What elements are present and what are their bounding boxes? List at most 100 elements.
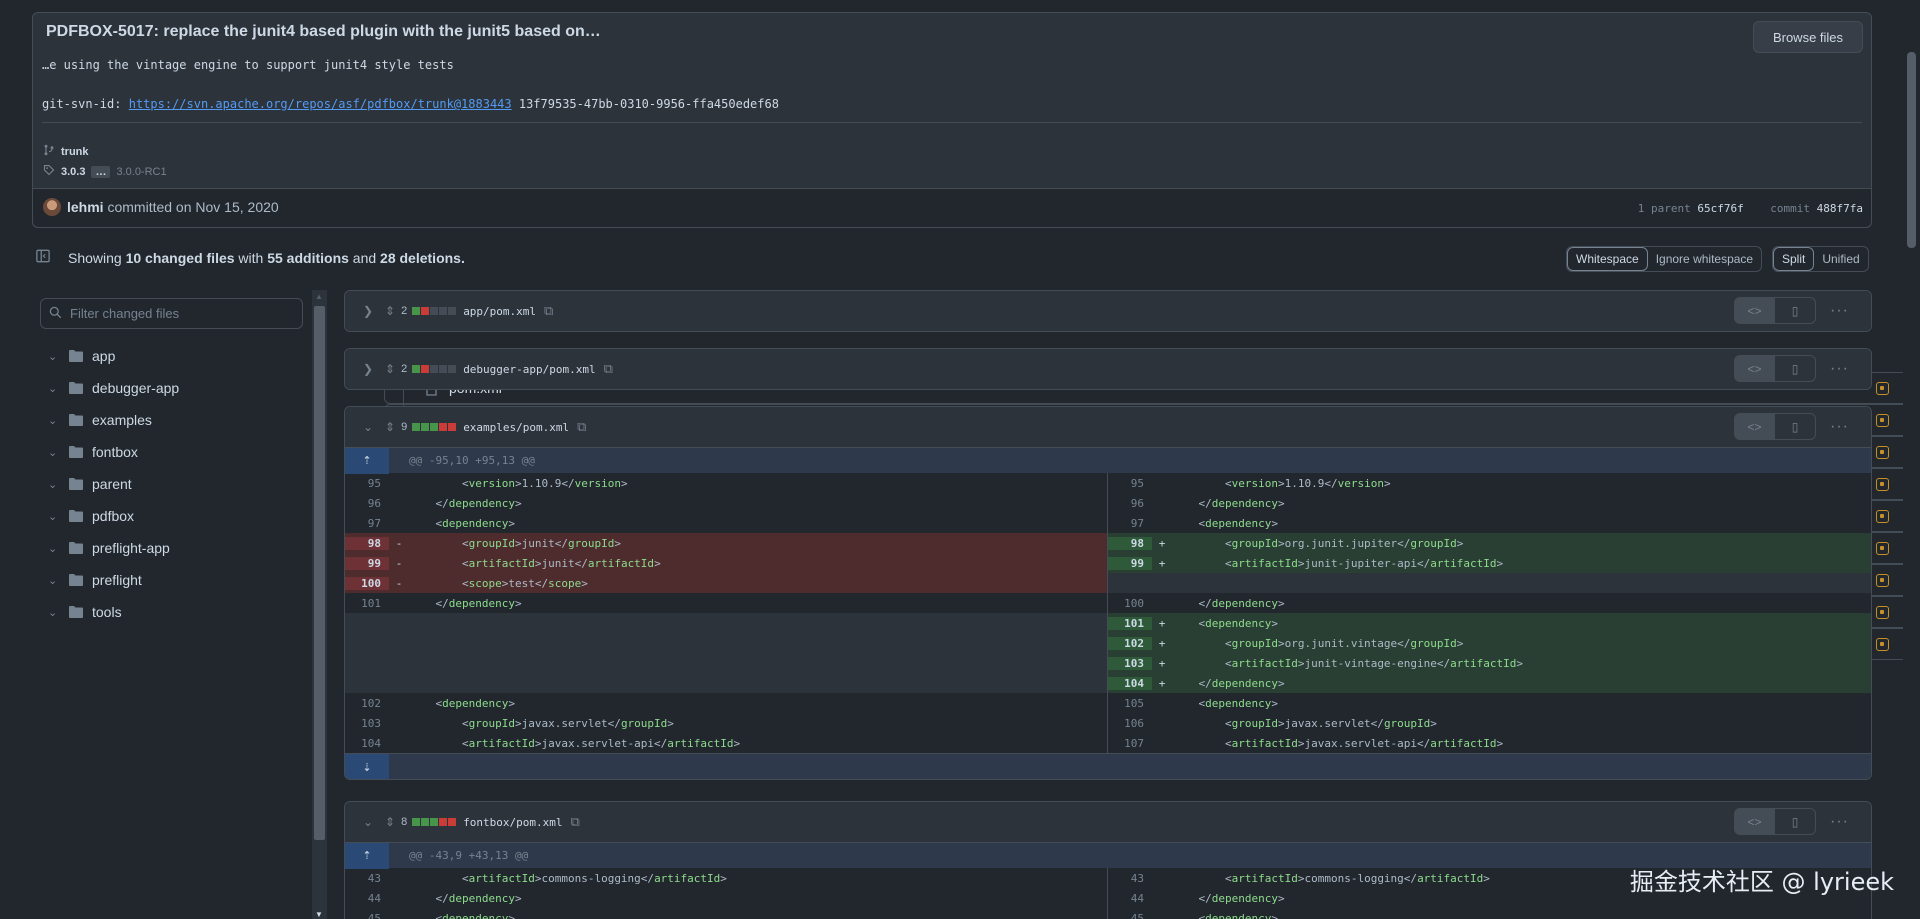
code-view-icon[interactable]: <> bbox=[1734, 808, 1776, 835]
tree-folder[interactable]: ⌄ preflight bbox=[40, 564, 306, 596]
chevron-down-icon[interactable]: ⌄ bbox=[48, 414, 68, 427]
chevron-right-icon[interactable]: ❯ bbox=[363, 362, 385, 376]
line-number[interactable]: 98 bbox=[345, 536, 389, 550]
more-options-icon[interactable]: ··· bbox=[1830, 418, 1849, 436]
line-number[interactable]: 102 bbox=[345, 697, 389, 710]
more-options-icon[interactable]: ··· bbox=[1830, 813, 1849, 831]
line-number[interactable]: 100 bbox=[345, 576, 389, 590]
copy-icon[interactable]: ⧉ bbox=[544, 303, 553, 319]
file-view-icon[interactable]: ▯ bbox=[1775, 413, 1817, 440]
line-number[interactable]: 43 bbox=[345, 872, 389, 885]
line-number[interactable]: 107 bbox=[1108, 737, 1152, 750]
line-number[interactable]: 97 bbox=[1108, 517, 1152, 530]
chevron-down-icon[interactable]: ⌄ bbox=[363, 815, 385, 829]
author-link[interactable]: lehmi bbox=[67, 199, 104, 215]
expand-up-icon[interactable]: ⇡ bbox=[345, 842, 389, 869]
toggle-file-tree-icon[interactable] bbox=[36, 249, 50, 266]
line-number[interactable]: 96 bbox=[1108, 497, 1152, 510]
split-button[interactable]: Split bbox=[1773, 247, 1815, 271]
tree-folder[interactable]: ⌄ examples bbox=[40, 404, 306, 436]
chevron-right-icon[interactable]: ❯ bbox=[363, 304, 385, 318]
line-number[interactable]: 104 bbox=[1108, 676, 1152, 690]
expand-all-icon[interactable]: ⇕ bbox=[385, 362, 395, 376]
filter-files-input[interactable]: Filter changed files bbox=[40, 298, 303, 329]
scroll-down-icon[interactable]: ▼ bbox=[315, 910, 323, 919]
chevron-down-icon[interactable]: ⌄ bbox=[48, 350, 68, 363]
tree-folder[interactable]: ⌄ tools bbox=[40, 596, 306, 628]
tree-folder[interactable]: ⌄ parent bbox=[40, 468, 306, 500]
expand-down-icon[interactable]: ⇣ bbox=[345, 754, 389, 779]
unified-button[interactable]: Unified bbox=[1814, 247, 1867, 271]
file-view-icon[interactable]: ▯ bbox=[1775, 808, 1817, 835]
file-name-link[interactable]: fontbox/pom.xml bbox=[463, 816, 562, 829]
tree-folder[interactable]: ⌄ preflight-app bbox=[40, 532, 306, 564]
line-number[interactable]: 100 bbox=[1108, 597, 1152, 610]
parent-sha-link[interactable]: 65cf76f bbox=[1697, 202, 1743, 215]
expand-all-icon[interactable]: ⇕ bbox=[385, 420, 395, 434]
expand-all-icon[interactable]: ⇕ bbox=[385, 304, 395, 318]
more-tags-button[interactable]: … bbox=[91, 165, 111, 178]
chevron-down-icon[interactable]: ⌄ bbox=[48, 606, 68, 619]
line-number[interactable]: 44 bbox=[345, 892, 389, 905]
tree-folder[interactable]: ⌄ pdfbox bbox=[40, 500, 306, 532]
line-number[interactable]: 43 bbox=[1108, 872, 1152, 885]
line-number[interactable]: 103 bbox=[345, 717, 389, 730]
ignore-whitespace-button[interactable]: Ignore whitespace bbox=[1648, 247, 1761, 271]
file-tree-scrollbar[interactable]: ▲ ▼ bbox=[312, 290, 327, 919]
tree-folder[interactable]: ⌄ fontbox bbox=[40, 436, 306, 468]
svn-link[interactable]: https://svn.apache.org/repos/asf/pdfbox/… bbox=[129, 97, 512, 111]
line-number[interactable]: 105 bbox=[1108, 697, 1152, 710]
line-number[interactable]: 101 bbox=[1108, 616, 1152, 630]
tree-folder[interactable]: ⌄ debugger-app bbox=[40, 372, 306, 404]
file-name-link[interactable]: debugger-app/pom.xml bbox=[463, 363, 595, 376]
chevron-down-icon[interactable]: ⌄ bbox=[48, 478, 68, 491]
file-view-icon[interactable]: ▯ bbox=[1775, 355, 1817, 382]
page-scrollbar[interactable] bbox=[1903, 0, 1920, 919]
line-number[interactable]: 103 bbox=[1108, 656, 1152, 670]
chevron-down-icon[interactable]: ⌄ bbox=[48, 510, 68, 523]
chevron-down-icon[interactable]: ⌄ bbox=[48, 574, 68, 587]
file-name-link[interactable]: app/pom.xml bbox=[463, 305, 536, 318]
chevron-down-icon[interactable]: ⌄ bbox=[363, 420, 385, 434]
page-scrollbar-thumb[interactable] bbox=[1907, 52, 1916, 248]
file-view-icon[interactable]: ▯ bbox=[1775, 297, 1817, 324]
line-number[interactable]: 95 bbox=[345, 477, 389, 490]
code-view-icon[interactable]: <> bbox=[1734, 297, 1776, 324]
copy-icon[interactable]: ⧉ bbox=[571, 814, 580, 830]
diffstat bbox=[412, 307, 457, 315]
line-number[interactable]: 99 bbox=[1108, 556, 1152, 570]
browse-files-button[interactable]: Browse files bbox=[1753, 21, 1863, 53]
copy-icon[interactable]: ⧉ bbox=[577, 419, 586, 435]
more-options-icon[interactable]: ··· bbox=[1830, 302, 1849, 320]
line-number[interactable]: 45 bbox=[1108, 912, 1152, 919]
chevron-down-icon[interactable]: ⌄ bbox=[48, 382, 68, 395]
scrollbar-thumb[interactable] bbox=[314, 306, 325, 840]
whitespace-button[interactable]: Whitespace bbox=[1567, 247, 1648, 271]
line-number[interactable]: 102 bbox=[1108, 636, 1152, 650]
line-number[interactable]: 95 bbox=[1108, 477, 1152, 490]
expand-all-icon[interactable]: ⇕ bbox=[385, 815, 395, 829]
code-view-icon[interactable]: <> bbox=[1734, 355, 1776, 382]
chevron-down-icon[interactable]: ⌄ bbox=[48, 542, 68, 555]
line-number[interactable]: 106 bbox=[1108, 717, 1152, 730]
tag-primary[interactable]: 3.0.3 bbox=[61, 166, 85, 178]
line-number[interactable]: 101 bbox=[345, 597, 389, 610]
copy-icon[interactable]: ⧉ bbox=[604, 361, 613, 377]
line-number[interactable]: 97 bbox=[345, 517, 389, 530]
tree-folder[interactable]: ⌄ app bbox=[40, 340, 306, 372]
tag-secondary[interactable]: 3.0.0-RC1 bbox=[116, 166, 166, 178]
avatar[interactable] bbox=[43, 198, 61, 216]
chevron-down-icon[interactable]: ⌄ bbox=[48, 446, 68, 459]
line-number[interactable]: 44 bbox=[1108, 892, 1152, 905]
code-view-icon[interactable]: <> bbox=[1734, 413, 1776, 440]
line-number[interactable]: 96 bbox=[345, 497, 389, 510]
scroll-up-icon[interactable]: ▲ bbox=[315, 292, 323, 301]
file-name-link[interactable]: examples/pom.xml bbox=[463, 421, 569, 434]
branch-name[interactable]: trunk bbox=[61, 146, 89, 158]
line-number[interactable]: 104 bbox=[345, 737, 389, 750]
line-number[interactable]: 45 bbox=[345, 912, 389, 919]
line-number[interactable]: 98 bbox=[1108, 536, 1152, 550]
more-options-icon[interactable]: ··· bbox=[1830, 360, 1849, 378]
expand-up-icon[interactable]: ⇡ bbox=[345, 447, 389, 474]
line-number[interactable]: 99 bbox=[345, 556, 389, 570]
